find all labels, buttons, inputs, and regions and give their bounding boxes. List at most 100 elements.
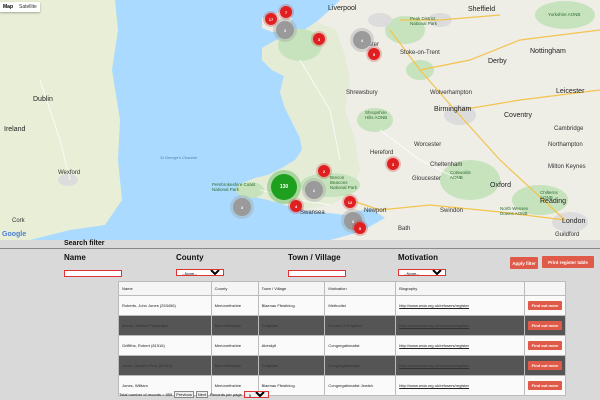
place-label: Liverpool (328, 5, 357, 12)
motivation-label: Motivation (398, 253, 438, 262)
column-header: County (210, 281, 259, 296)
cluster-marker[interactable]: 2 (305, 181, 323, 199)
place-label: Birmingham (434, 106, 472, 113)
find-out-more-button[interactable]: Find out more (528, 381, 562, 390)
biography-link[interactable]: http://www.wcia.org.uk/refusers/register (395, 355, 525, 376)
column-header: Name (118, 281, 212, 296)
place-label: Sheffield (468, 6, 496, 13)
place-label: Stoke-on-Trent (400, 50, 440, 56)
map-type-control[interactable]: Map Satellite (0, 2, 40, 12)
place-label: St George's Channel (160, 155, 198, 160)
place-label: Ireland (4, 126, 26, 133)
cluster-marker[interactable]: 4 (290, 200, 302, 212)
place-label: Yorkshire AONB (548, 12, 581, 17)
cluster-marker[interactable]: 3 (387, 158, 399, 170)
find-out-more-button[interactable]: Find out more (528, 361, 562, 370)
cell-county: Merionethshire (210, 355, 259, 376)
per-page-label: Records per page (210, 392, 242, 397)
place-label: London (562, 218, 586, 225)
town-input[interactable] (288, 270, 346, 277)
place-label: Northampton (548, 142, 583, 148)
place-label: Shropshire Hills AONB (365, 110, 388, 120)
column-header: Motivation (324, 281, 397, 296)
map-view[interactable]: Map Satellite Liverpool Sheffield Peak D… (0, 0, 600, 240)
place-label: Oxford (490, 182, 512, 189)
cell-name: Morris, William Foweraker (118, 315, 212, 336)
name-label: Name (64, 253, 86, 262)
next-button[interactable]: Next (195, 391, 209, 398)
county-select[interactable]: --None-- (176, 269, 224, 276)
biography-link[interactable]: http://www.wcia.org.uk/refusers/register (395, 375, 525, 396)
cell-motivation: Church of England (324, 315, 397, 336)
cluster-marker[interactable]: 17 (265, 13, 277, 25)
find-out-more-button[interactable]: Find out more (528, 321, 562, 330)
cell-town: Aberdyfi (257, 335, 326, 356)
per-page-select[interactable]: 5 (243, 391, 269, 398)
print-register-button[interactable]: Print register table (542, 256, 594, 268)
cell-county: Merionethshire (210, 315, 259, 336)
motivation-select[interactable]: --None-- (398, 269, 446, 276)
biography-link[interactable]: http://www.wcia.org.uk/refusers/register (395, 335, 525, 356)
cluster-marker[interactable]: 130 (271, 174, 297, 200)
place-label: Newport (364, 208, 387, 214)
table-header-row: Name County Town / Village Motivation Bi… (118, 281, 566, 296)
table-row: Roberts, John Jones (253456) Merionethsh… (118, 295, 566, 316)
column-header (524, 281, 566, 296)
place-label: Cork (12, 218, 25, 224)
previous-button[interactable]: Previous (174, 391, 194, 398)
place-label: Pembrokeshire Coast National Park (212, 182, 256, 192)
cluster-marker[interactable]: 5 (368, 48, 380, 60)
satellite-tab[interactable]: Satellite (16, 2, 40, 12)
place-label: Leicester (556, 88, 585, 95)
table-row: Griffiths, Robert (81516) Merionethshire… (118, 335, 566, 356)
town-filter: Town / Village (288, 253, 346, 280)
name-input[interactable] (64, 270, 122, 277)
place-label: Gloucester (412, 176, 442, 182)
county-filter: County --None-- (176, 253, 224, 280)
column-header: Biography (395, 281, 525, 296)
cluster-marker[interactable]: 3 (276, 21, 294, 39)
find-out-more-button[interactable]: Find out more (528, 341, 562, 350)
place-label: Coventry (504, 112, 533, 119)
register-table: Name County Town / Village Motivation Bi… (118, 281, 566, 396)
town-label: Town / Village (288, 253, 341, 262)
map-tab[interactable]: Map (0, 2, 16, 12)
google-logo: Google (2, 231, 27, 238)
cluster-marker[interactable]: 7 (280, 6, 292, 18)
place-label: Cotswolds AONB (450, 170, 471, 180)
place-label: Guildford (555, 232, 580, 238)
biography-link[interactable]: http://www.wcia.org.uk/refusers/register (395, 295, 525, 316)
column-header: Town / Village (257, 281, 326, 296)
filter-title: Search filter (64, 240, 105, 247)
cluster-marker[interactable]: 2 (318, 165, 330, 177)
cell-name: Roberts, John Jones (253456) (118, 295, 212, 316)
place-label: Bath (398, 226, 411, 232)
cluster-marker[interactable]: 5 (354, 222, 366, 234)
motivation-filter: Motivation --None-- (398, 253, 446, 280)
biography-link[interactable]: http://www.wcia.org.uk/refusers/register (395, 315, 525, 336)
table-row: Morris, William Foweraker Merionethshire… (118, 315, 566, 336)
cell-motivation: Congregationalist Jewish (324, 375, 397, 396)
cluster-marker[interactable]: 12 (344, 196, 356, 208)
cell-county: Merionethshire (210, 335, 259, 356)
table-row: Hows, Daniel's Post (81521) Merionethshi… (118, 355, 566, 376)
cluster-marker[interactable]: 4 (353, 31, 371, 49)
find-out-more-button[interactable]: Find out more (528, 301, 562, 310)
place-label: Swansea (300, 210, 325, 216)
cell-motivation: Methodist (324, 295, 397, 316)
apply-filter-button[interactable]: Apply filter (510, 257, 538, 269)
place-label: Dublin (33, 96, 53, 103)
place-label: Hereford (370, 150, 394, 156)
cell-town: Blaenau Ffestiniog (257, 295, 326, 316)
divider (0, 248, 600, 249)
cell-county: Merionethshire (210, 295, 259, 316)
pagination-bar: Total number of records = 855 Previous N… (119, 391, 269, 398)
place-label: Brecon Beacons National Park (330, 175, 358, 190)
place-label: Cheltenham (430, 162, 463, 168)
total-records: Total number of records = 855 (119, 392, 173, 397)
place-label: Worcester (414, 142, 442, 148)
cluster-marker[interactable]: 3 (313, 33, 325, 45)
place-label: Peak District National Park (410, 16, 438, 26)
cell-town: Dolgellau (257, 355, 326, 376)
cluster-marker[interactable]: 3 (233, 198, 251, 216)
